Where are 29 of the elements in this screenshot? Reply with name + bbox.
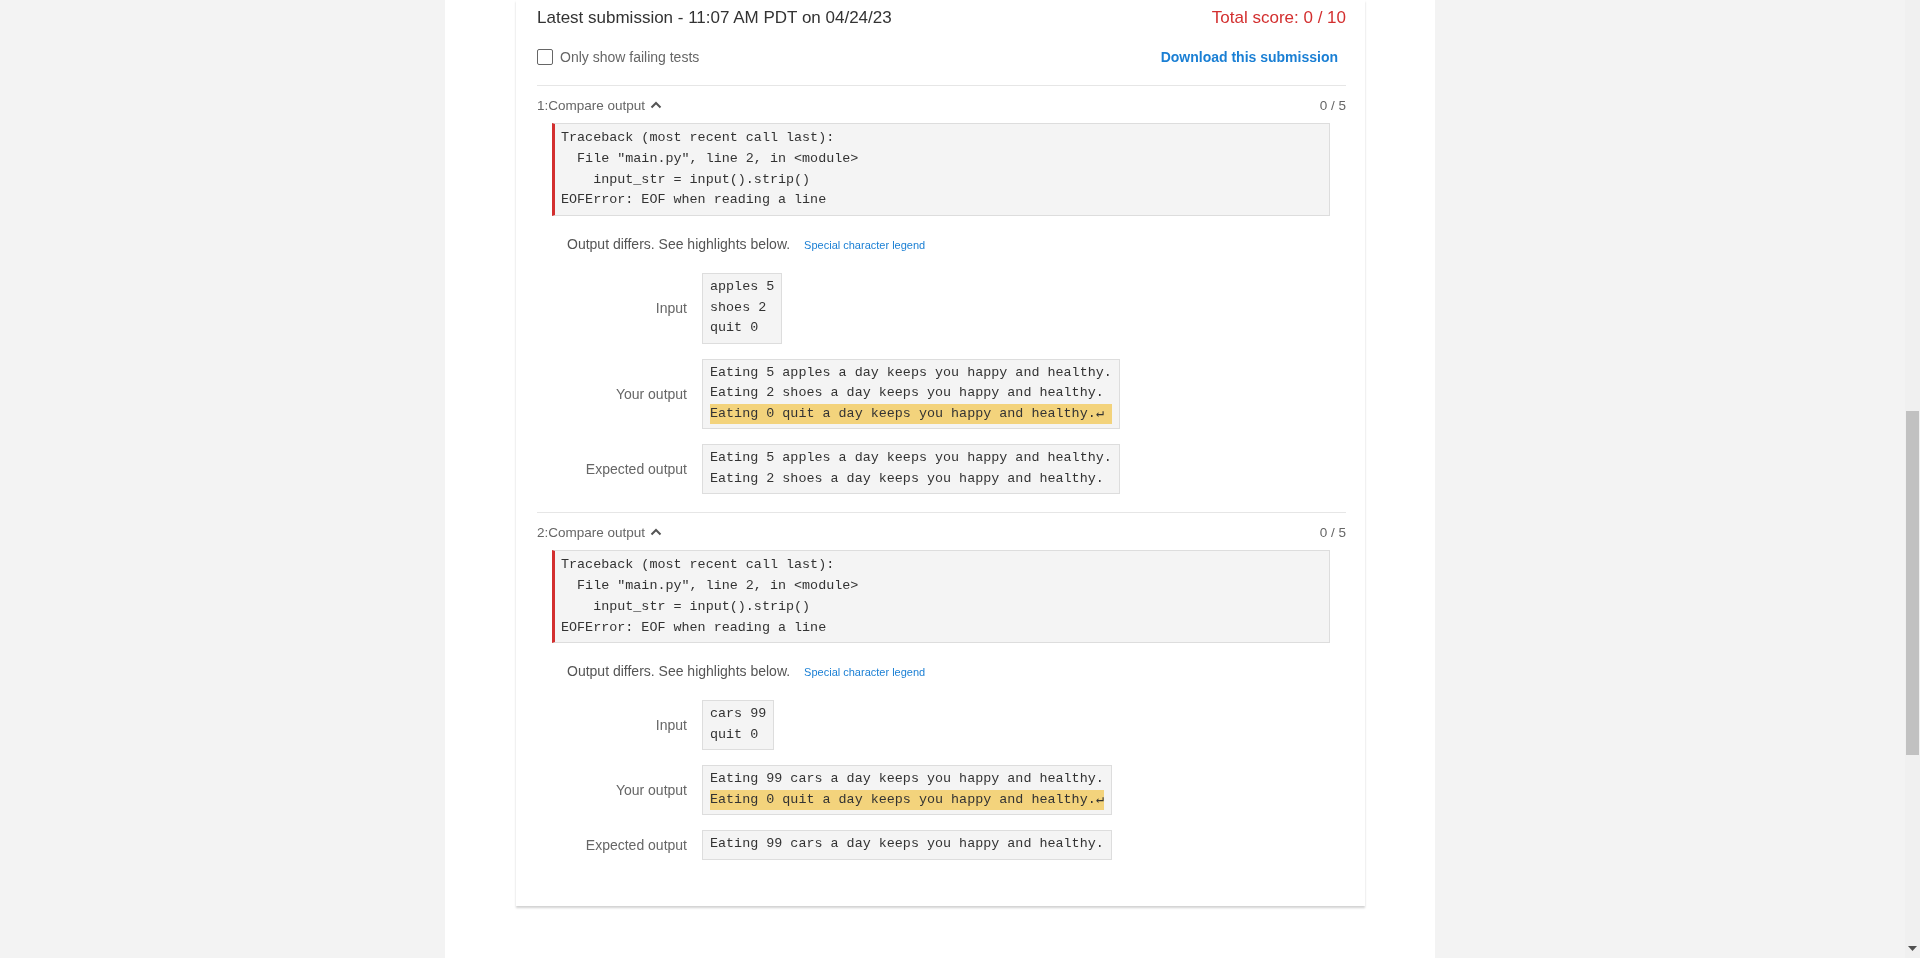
output-box: apples 5 shoes 2 quit 0 <box>702 273 783 344</box>
legend-link[interactable]: Special character legend <box>804 666 926 679</box>
row-label: Input <box>654 300 687 317</box>
row-label: Expected output <box>584 461 687 478</box>
test-score: 0 / 5 <box>1319 97 1346 113</box>
test-score: 0 / 5 <box>1319 524 1346 540</box>
total-score: Total score: 0 / 10 <box>1211 8 1346 28</box>
output-box: Eating 99 cars a day keeps you happy and healthy. Eating 0 quit a day keeps you happy and healthy.↵ <box>702 765 1112 816</box>
output-box: Eating 5 apples a day keeps you happy and healthy. Eating 2 shoes a day keeps you happy and healthy. <box>702 444 1120 495</box>
legend-link[interactable]: Special character legend <box>804 239 926 252</box>
row-label: Expected output <box>584 837 687 854</box>
row-label: Your output <box>614 385 687 402</box>
error-traceback: Traceback (most recent call last): File "main.py", line 2, in <module> input_str = input().strip() EOFError: EOF when reading a line <box>552 123 1330 217</box>
failing-tests-checkbox[interactable] <box>537 49 553 65</box>
submission-title: Latest submission - 11:07 AM PDT on 04/24/23 <box>537 8 892 28</box>
test-title[interactable]: 1:Compare output <box>537 97 663 113</box>
output-box: Eating 99 cars a day keeps you happy and healthy. <box>702 830 1112 860</box>
output-box: Eating 5 apples a day keeps you happy and healthy. Eating 2 shoes a day keeps you happy and healthy. Eating 0 quit a day keeps you happy and healthy.↵ <box>702 358 1120 430</box>
diff-message: Output differs. See highlights below. <box>567 663 791 680</box>
scrollbar-thumb[interactable] <box>1906 411 1919 755</box>
test-title[interactable]: 2:Compare output <box>537 524 663 540</box>
download-link[interactable]: Download this submission <box>1160 49 1338 65</box>
diff-message: Output differs. See highlights below. <box>567 236 791 253</box>
output-box: cars 99 quit 0 <box>702 700 775 751</box>
row-label: Your output <box>614 782 687 799</box>
row-label: Input <box>654 717 687 734</box>
error-traceback: Traceback (most recent call last): File "main.py", line 2, in <module> input_str = input().strip() EOFError: EOF when reading a line <box>552 550 1330 644</box>
scroll-down-icon[interactable] <box>1908 946 1917 952</box>
checkbox-label: Only show failing tests <box>560 49 700 65</box>
